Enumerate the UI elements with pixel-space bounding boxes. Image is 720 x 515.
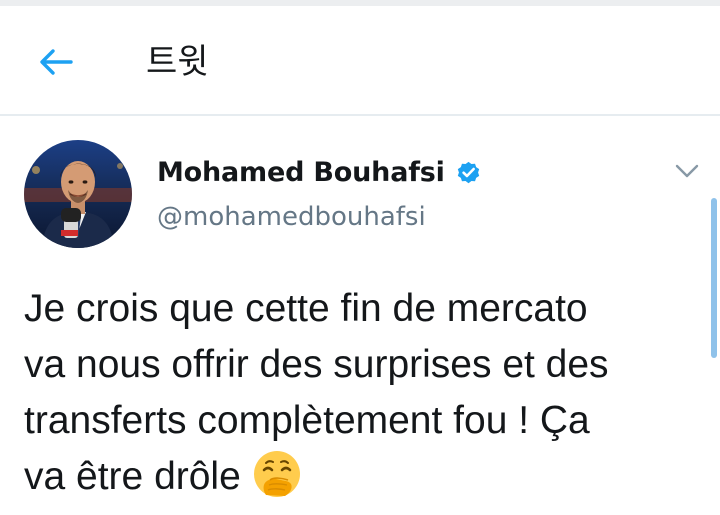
author-name-row: Mohamed Bouhafsi — [157, 152, 482, 192]
tweet-card: Mohamed Bouhafsi @mohamedbouhafsi Je cro… — [0, 116, 720, 514]
arrow-left-icon — [40, 49, 73, 75]
verified-badge-icon — [455, 159, 482, 186]
tweet-menu-button[interactable] — [672, 156, 702, 186]
scrollbar-thumb[interactable] — [711, 198, 717, 358]
tweet-text-content: Je crois que cette fin de mercato va nou… — [24, 287, 609, 498]
author-handle[interactable]: @mohamedbouhafsi — [157, 202, 426, 232]
author-display-name[interactable]: Mohamed Bouhafsi — [157, 157, 445, 188]
avatar[interactable] — [24, 140, 132, 248]
top-app-bar: 트윗 — [0, 6, 720, 116]
tweet-text: Je crois que cette fin de mercato va nou… — [24, 281, 704, 505]
face-with-hand-over-mouth-icon — [252, 449, 302, 499]
page-title: 트윗 — [146, 42, 209, 82]
chevron-down-icon — [675, 164, 699, 178]
back-button[interactable] — [28, 36, 84, 88]
